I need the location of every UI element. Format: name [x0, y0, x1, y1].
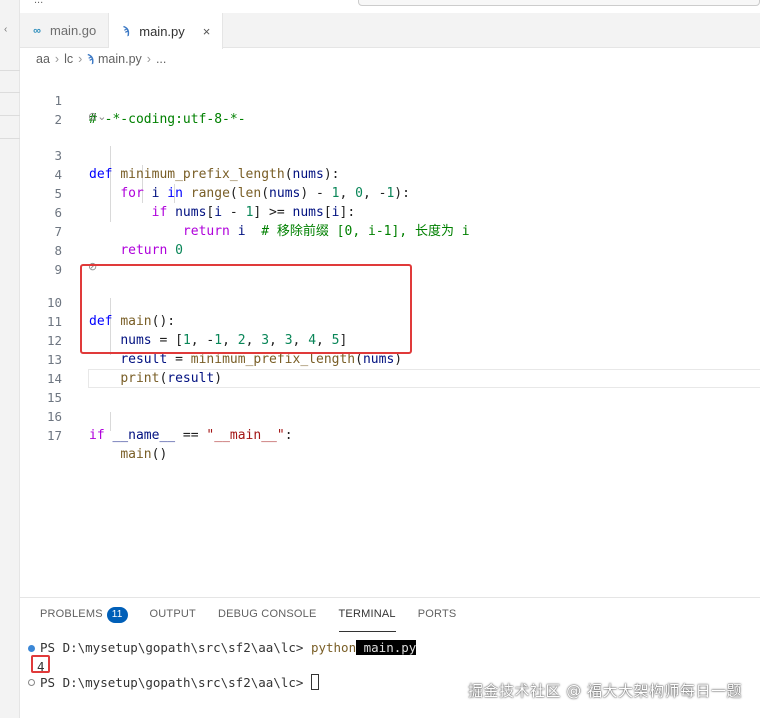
- problems-count-badge: 11: [106, 607, 128, 623]
- breadcrumb: aa › lc › ϡ main.py › ...: [20, 48, 166, 70]
- divider: [0, 70, 20, 71]
- chevron-right-icon: ›: [54, 52, 60, 66]
- code-line: 2: [20, 91, 760, 127]
- line-number: 17: [46, 428, 62, 443]
- command-pending-dot-icon[interactable]: [28, 679, 35, 686]
- breadcrumb-file[interactable]: main.py: [98, 52, 142, 66]
- tab-label: PORTS: [417, 608, 457, 620]
- tab-label: main.go: [50, 23, 97, 38]
- tab-terminal[interactable]: TERMINAL: [338, 608, 396, 632]
- python-file-icon: ϡ: [122, 25, 130, 37]
- tab-output[interactable]: OUTPUT: [150, 608, 196, 632]
- terminal-line: PS D:\mysetup\gopath\src\sf2\aa\lc> pyth…: [40, 640, 417, 655]
- tab-label: main.py: [139, 23, 185, 39]
- command-center[interactable]: [358, 0, 760, 6]
- go-file-icon: ∞: [33, 24, 41, 37]
- bottom-panel: PROBLEMS 11 OUTPUT DEBUG CONSOLE TERMINA…: [20, 597, 760, 718]
- code-line: 1 # -*-coding:utf-8-*-: [20, 72, 760, 127]
- tab-label: DEBUG CONSOLE: [217, 608, 317, 620]
- chevron-right-icon: ›: [146, 52, 151, 66]
- code-line: 8: [20, 222, 760, 258]
- chevron-left-icon: ‹: [4, 24, 8, 35]
- code-line: 4 for i in range(len(nums) - 1, 0, -1):: [20, 146, 760, 201]
- breadcrumb-folder-lc[interactable]: lc: [64, 52, 73, 66]
- annotation-highlight-box: [31, 655, 50, 673]
- divider: [0, 115, 20, 116]
- tab-debug-console[interactable]: DEBUG CONSOLE: [218, 608, 317, 632]
- terminal-line[interactable]: PS D:\mysetup\gopath\src\sf2\aa\lc>: [40, 674, 319, 690]
- terminal-prompt: PS D:\mysetup\gopath\src\sf2\aa\lc>: [40, 640, 311, 655]
- watermark: 掘金技术社区 @ 福大大架构师每日一题: [467, 682, 742, 700]
- tab-label: TERMINAL: [338, 608, 396, 620]
- tab-main-go[interactable]: ∞ main.go: [20, 13, 110, 48]
- panel-tabs: PROBLEMS 11 OUTPUT DEBUG CONSOLE TERMINA…: [40, 607, 478, 632]
- codelens-icon[interactable]: ⊘⌄: [88, 110, 106, 123]
- terminal-command: python: [310, 640, 357, 655]
- title-bar-fragment: ...: [0, 0, 760, 12]
- divider: [0, 92, 20, 93]
- title-fragment-text: ...: [34, 0, 44, 6]
- command-success-dot-icon[interactable]: [28, 645, 35, 652]
- annotation-highlight-box: [80, 264, 412, 354]
- code-line: 6 return i # 移除前缀 [0, i-1], 长度为 i: [20, 184, 760, 239]
- tab-label: OUTPUT: [149, 608, 196, 620]
- code-line: 15: [20, 369, 760, 405]
- python-file-icon: ϡ: [87, 53, 94, 65]
- breadcrumb-more[interactable]: ...: [156, 52, 166, 66]
- code-line: 9: [20, 241, 760, 277]
- terminal-cursor: [310, 674, 319, 690]
- code-line: 17 main(): [20, 407, 760, 462]
- code-text: main(): [120, 447, 168, 462]
- code-line: 5 if nums[i - 1] >= nums[i]:: [20, 165, 760, 220]
- tab-problems[interactable]: PROBLEMS 11: [40, 607, 128, 632]
- code-line: 3 def minimum_prefix_length(nums):: [20, 127, 760, 182]
- editor-tab-bar: ∞ main.go ϡ main.py ×: [20, 13, 760, 49]
- code-line: 7 return 0: [20, 203, 760, 258]
- tab-label: PROBLEMS: [40, 608, 103, 620]
- code-text: if __name__ == "__main__":: [89, 428, 293, 443]
- close-icon[interactable]: ×: [203, 24, 211, 39]
- activity-strip: ‹: [0, 0, 20, 718]
- breadcrumb-folder-aa[interactable]: aa: [36, 52, 50, 66]
- chevron-right-icon: ›: [78, 52, 83, 66]
- code-line: 16 if __name__ == "__main__":: [20, 388, 760, 443]
- divider: [0, 138, 20, 139]
- tab-ports[interactable]: PORTS: [418, 608, 457, 632]
- tab-main-py[interactable]: ϡ main.py ×: [109, 13, 224, 49]
- terminal-prompt: PS D:\mysetup\gopath\src\sf2\aa\lc>: [40, 675, 311, 690]
- terminal-command-arg: main.py: [356, 640, 417, 655]
